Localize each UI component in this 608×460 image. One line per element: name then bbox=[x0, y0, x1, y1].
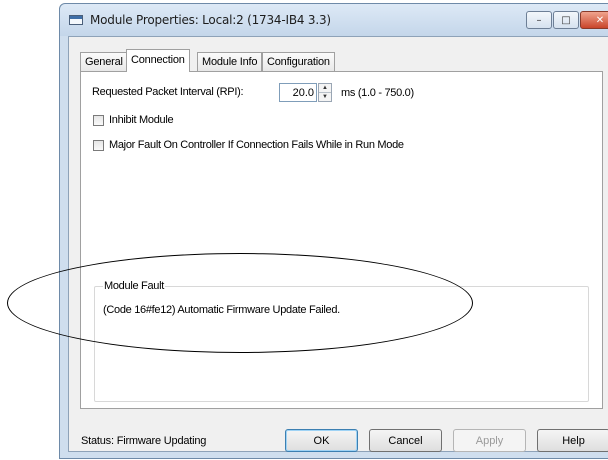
rpi-input[interactable]: 20.0 bbox=[279, 83, 317, 102]
dialog-client-area: General Connection Module Info Configura… bbox=[68, 36, 608, 452]
rpi-units-label: ms (1.0 - 750.0) bbox=[341, 87, 414, 99]
cancel-button[interactable]: Cancel bbox=[369, 429, 442, 452]
status-text: Status: Firmware Updating bbox=[81, 435, 207, 447]
major-fault-checkbox[interactable] bbox=[93, 140, 104, 151]
app-window-icon bbox=[69, 15, 83, 25]
apply-button[interactable]: Apply bbox=[453, 429, 526, 452]
rpi-spinner[interactable]: ▲ ▼ bbox=[318, 83, 332, 102]
inhibit-module-label: Inhibit Module bbox=[109, 114, 174, 126]
title-bar[interactable]: Module Properties: Local:2 (1734-IB4 3.3… bbox=[60, 4, 608, 36]
major-fault-label: Major Fault On Controller If Connection … bbox=[109, 139, 404, 151]
minimize-button[interactable]: – bbox=[526, 11, 552, 29]
inhibit-module-checkbox[interactable] bbox=[93, 115, 104, 126]
tab-connection[interactable]: Connection bbox=[126, 49, 190, 72]
help-button[interactable]: Help bbox=[537, 429, 608, 452]
rpi-label: Requested Packet Interval (RPI): bbox=[92, 86, 244, 98]
module-fault-message: (Code 16#fe12) Automatic Firmware Update… bbox=[103, 304, 340, 316]
tab-general[interactable]: General bbox=[80, 52, 128, 71]
module-fault-title: Module Fault bbox=[103, 280, 165, 292]
window-title: Module Properties: Local:2 (1734-IB4 3.3… bbox=[90, 13, 331, 27]
close-button[interactable]: ✕ bbox=[580, 11, 608, 29]
tab-configuration[interactable]: Configuration bbox=[262, 52, 335, 71]
tab-module-info[interactable]: Module Info bbox=[197, 52, 263, 71]
module-properties-window: Module Properties: Local:2 (1734-IB4 3.3… bbox=[59, 3, 608, 459]
connection-tab-panel: Requested Packet Interval (RPI): 20.0 ▲ … bbox=[80, 71, 603, 409]
spin-down-icon[interactable]: ▼ bbox=[319, 93, 331, 101]
maximize-button[interactable]: □ bbox=[553, 11, 579, 29]
ok-button[interactable]: OK bbox=[285, 429, 358, 452]
spin-up-icon[interactable]: ▲ bbox=[319, 84, 331, 93]
